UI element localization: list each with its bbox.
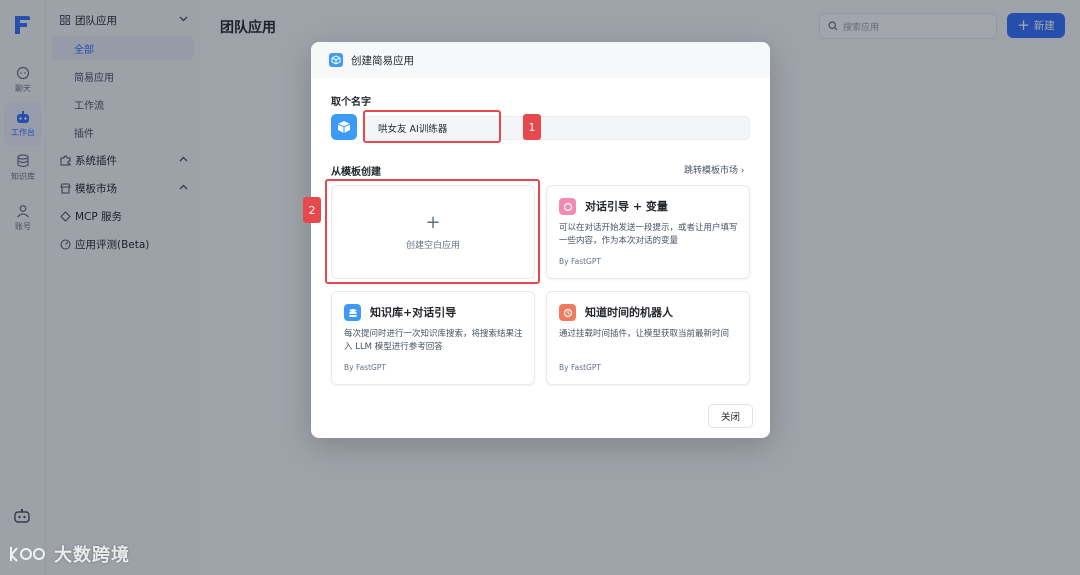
card-author: By FastGPT xyxy=(559,257,601,266)
template-section-label: 从模板创建 xyxy=(331,167,381,178)
cube-icon xyxy=(337,121,351,133)
template-card-dialog-guide[interactable]: 对话引导 + 变量 可以在对话开始发送一段提示，或者让用户填写一些内容，作为本次… xyxy=(546,185,750,279)
card-title: 知识库+对话引导 xyxy=(370,306,457,319)
highlight-box-name xyxy=(363,110,501,143)
name-section-label: 取个名字 xyxy=(331,97,371,108)
app-avatar[interactable] xyxy=(331,114,357,140)
app-cube-icon xyxy=(329,53,343,67)
template-card-time-bot[interactable]: 知道时间的机器人 通过挂载时间插件，让模型获取当前最新时间 By FastGPT xyxy=(546,291,750,385)
card-author: By FastGPT xyxy=(344,363,386,372)
annotation-badge-1: 1 xyxy=(523,114,541,140)
annotation-badge-2: 2 xyxy=(303,197,321,223)
watermark-text: 大数跨境 xyxy=(54,545,130,566)
template-market-link[interactable]: 跳转模板市场 › xyxy=(684,163,744,176)
close-button[interactable]: 关闭 xyxy=(708,404,753,428)
chat-bubble-icon xyxy=(559,198,576,215)
card-title: 对话引导 + 变量 xyxy=(585,200,668,213)
watermark-logo-icon xyxy=(10,547,45,562)
database-icon xyxy=(344,304,361,321)
card-description: 可以在对话开始发送一段提示，或者让用户填写一些内容，作为本次对话的变量 xyxy=(559,223,738,246)
modal-header: 创建简易应用 xyxy=(311,42,770,78)
card-author: By FastGPT xyxy=(559,363,601,372)
clock-icon xyxy=(559,304,576,321)
card-description: 通过挂载时间插件，让模型获取当前最新时间 xyxy=(559,329,730,339)
template-card-knowledge-guide[interactable]: 知识库+对话引导 每次提问时进行一次知识库搜索，将搜索结果注入 LLM 模型进行… xyxy=(331,291,535,385)
card-description: 每次提问时进行一次知识库搜索，将搜索结果注入 LLM 模型进行参考回答 xyxy=(344,329,523,352)
highlight-box-blank-app xyxy=(325,179,540,284)
card-title: 知道时间的机器人 xyxy=(585,306,673,319)
modal-title: 创建简易应用 xyxy=(351,54,414,67)
watermark: 大数跨境 xyxy=(8,541,130,567)
